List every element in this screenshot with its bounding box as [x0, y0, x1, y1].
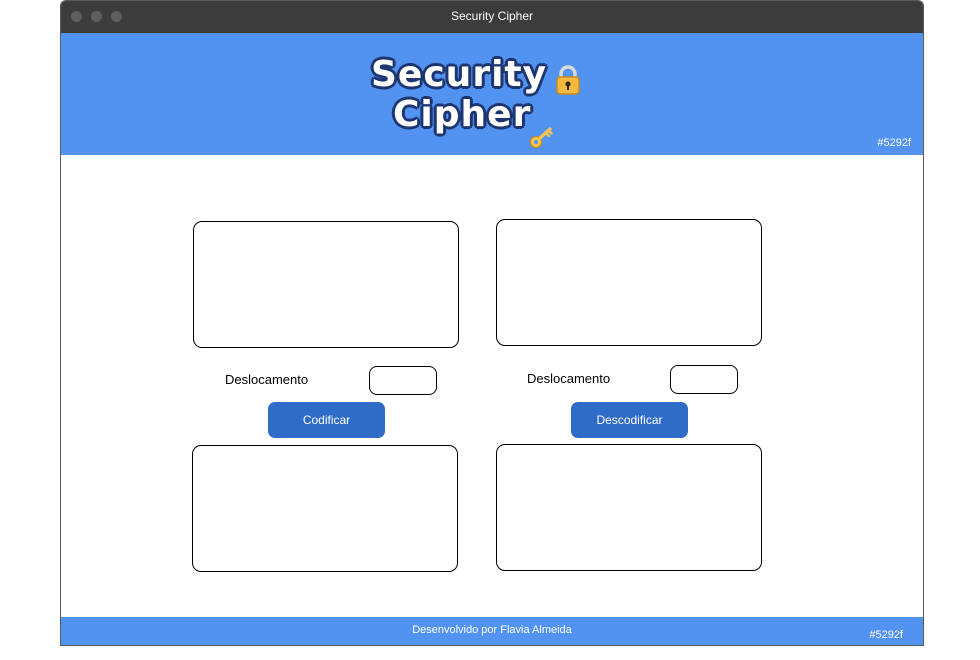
logo-text-cipher: Cipher	[393, 94, 532, 135]
lock-icon	[555, 65, 581, 100]
encode-button[interactable]: Codificar	[268, 402, 385, 438]
app-window: Security Cipher Security Cipher #5292f D…	[60, 0, 924, 646]
header-color-tag: #5292f	[877, 137, 911, 149]
window-titlebar[interactable]: Security Cipher	[61, 1, 923, 33]
window-title: Security Cipher	[450, 9, 534, 23]
encode-shift-label: Deslocamento	[225, 372, 309, 387]
app-logo: Security Cipher	[367, 54, 587, 149]
decode-button[interactable]: Descodificar	[571, 402, 688, 438]
app-footer: Desenvolvido por Flavia Almeida #5292f	[61, 617, 923, 645]
encode-output-textarea[interactable]	[192, 445, 458, 572]
logo-text-security: Security	[371, 54, 548, 95]
app-header: Security Cipher #5292f	[61, 33, 923, 155]
encode-shift-input[interactable]	[369, 366, 437, 395]
encode-input-textarea[interactable]	[193, 221, 459, 348]
decode-input-textarea[interactable]	[496, 219, 762, 346]
decode-shift-input[interactable]	[670, 365, 738, 394]
decode-shift-label: Deslocamento	[527, 371, 611, 386]
footer-credit: Desenvolvido por Flavia Almeida	[412, 624, 572, 636]
decode-output-textarea[interactable]	[496, 444, 762, 571]
footer-color-tag: #5292f	[869, 629, 903, 641]
key-icon	[529, 127, 555, 154]
